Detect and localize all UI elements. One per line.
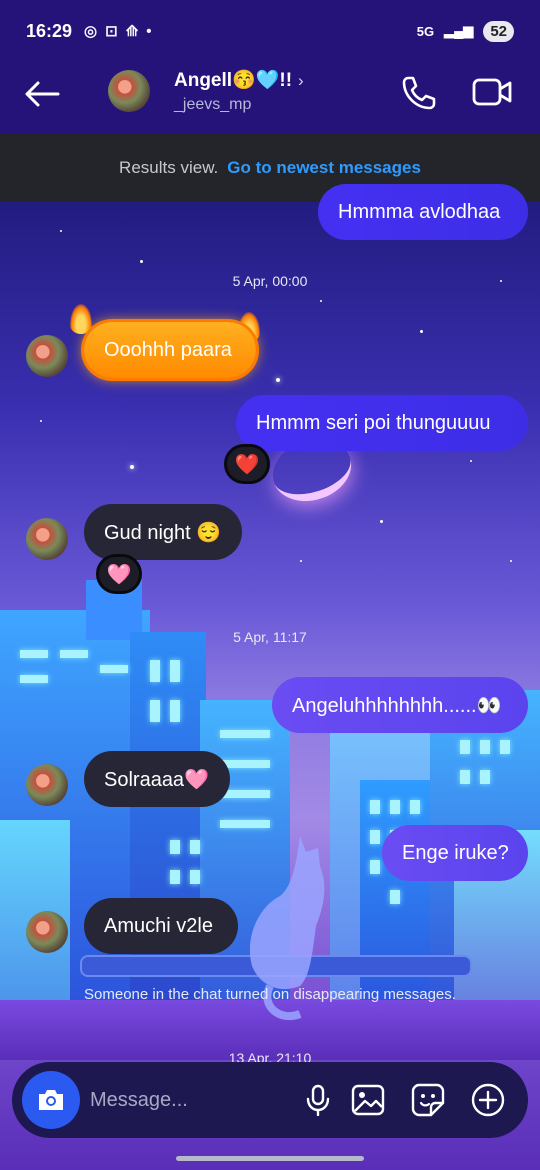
message-timestamp: 5 Apr, 11:17 <box>233 629 307 645</box>
sender-avatar <box>26 518 68 560</box>
message-sent[interactable]: Enge iruke? <box>382 825 528 881</box>
message-text: Hmmma avlodhaa <box>338 200 501 223</box>
back-arrow-icon[interactable] <box>22 78 62 110</box>
myjio-icon: ⟰ <box>125 23 139 40</box>
signal-icon: ▂▄▆ <box>444 23 474 38</box>
sender-avatar <box>26 764 68 806</box>
status-time: 16:29 <box>26 20 73 41</box>
contact-username: _jeevs_mp <box>174 96 252 113</box>
chevron-right-icon: › <box>298 71 304 90</box>
chat-header: Angell😚🩵!! › _jeevs_mp <box>0 62 540 134</box>
camera-button[interactable] <box>22 1071 80 1129</box>
contact-avatar[interactable] <box>108 70 150 112</box>
status-bar: 16:29 ◎ ⊡ ⟰ • 5G ▂▄▆ 52 <box>0 0 540 62</box>
message-text: Ooohhh paara <box>104 338 232 361</box>
add-plus-icon[interactable] <box>468 1080 508 1120</box>
message-sent[interactable]: Hmmma avlodhaa <box>318 184 528 240</box>
message-timestamp: 5 Apr, 00:00 <box>232 273 308 289</box>
home-indicator[interactable] <box>176 1156 364 1161</box>
go-to-newest-link[interactable]: Go to newest messages <box>227 158 421 178</box>
message-composer <box>12 1062 528 1138</box>
sender-avatar <box>26 911 68 953</box>
message-text: Solraaaa🩷 <box>104 768 209 791</box>
message-received[interactable]: Solraaaa🩷 <box>84 751 230 807</box>
results-view-text: Results view. <box>119 158 219 177</box>
gallery-icon[interactable] <box>348 1080 388 1120</box>
message-text: Angeluhhhhhhhh......👀 <box>292 694 502 717</box>
message-received-fire[interactable]: Ooohhh paara <box>84 322 256 378</box>
video-call-icon[interactable] <box>472 76 512 108</box>
disappearing-messages-notice: Someone in the chat turned on disappeari… <box>84 986 456 1003</box>
sender-avatar <box>26 335 68 377</box>
message-text: Hmmm seri poi thunguuuu <box>256 411 491 434</box>
message-sent[interactable]: Angeluhhhhhhhh......👀 <box>272 677 528 733</box>
camera-icon <box>39 1090 63 1110</box>
phone-call-icon[interactable] <box>400 74 438 112</box>
reaction-heart-icon[interactable]: ❤️ <box>224 444 270 484</box>
reaction-pink-heart-icon[interactable]: 🩷 <box>96 554 142 594</box>
battery-indicator: 52 <box>483 20 514 42</box>
contact-name-text: Angell😚🩵!! <box>174 70 293 91</box>
network-5g-icon: 5G <box>416 23 435 39</box>
message-text: Gud night 😌 <box>104 521 222 544</box>
microphone-icon[interactable] <box>298 1080 338 1120</box>
message-sent[interactable]: Hmmm seri poi thunguuuu <box>236 395 528 451</box>
message-text: Enge iruke? <box>402 841 509 864</box>
message-received[interactable]: Amuchi v2le <box>84 898 238 954</box>
instagram-icon: ◎ <box>84 23 98 40</box>
sticker-icon[interactable] <box>408 1080 448 1120</box>
message-text: Amuchi v2le <box>104 914 213 937</box>
contact-name[interactable]: Angell😚🩵!! › <box>174 68 304 92</box>
message-input[interactable] <box>90 1082 290 1118</box>
screenshot-icon: ⊡ <box>105 23 118 40</box>
dot-icon: • <box>146 22 152 40</box>
message-received[interactable]: Gud night 😌 <box>84 504 242 560</box>
